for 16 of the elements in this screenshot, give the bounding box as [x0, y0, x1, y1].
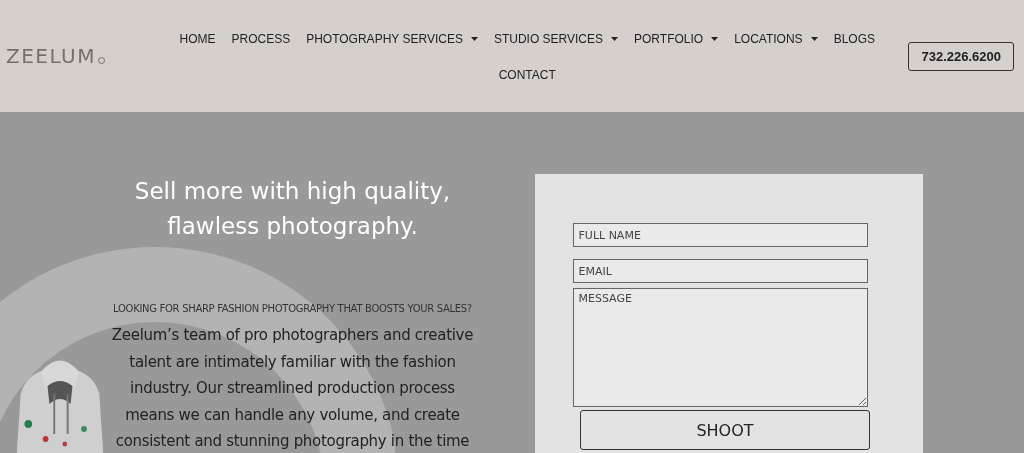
nav-link[interactable]: LOCATIONS [726, 30, 826, 48]
nav-link[interactable]: CONTACT [490, 66, 564, 84]
message-field[interactable]: MESSAGE [572, 288, 868, 407]
nav-link[interactable]: PHOTOGRAPHY SERVICES [298, 30, 486, 48]
submit-button[interactable]: SHOOT [580, 410, 870, 450]
input-field[interactable]: EMAIL [572, 259, 868, 283]
nav-link[interactable]: STUDIO SERVICES [485, 30, 627, 48]
headline: Sell more with high quality, flawless photography. [133, 177, 452, 241]
input-field[interactable]: FULL NAME [572, 223, 868, 247]
nav-link[interactable]: HOME [171, 30, 224, 48]
body-text: Zeelum’s team of pro photographers and creative talent are intimately familiar with the fashion industry. Our streamlined production process means we can handle any volume, and create consistent and stunning photography in the time [110, 325, 475, 452]
nav-link[interactable]: PROCESS [223, 30, 299, 48]
subheading: LOOKING FOR SHARP FASHION PHOTOGRAPHY THAT BOOSTS YOUR SALES? [113, 303, 472, 314]
nav-link[interactable]: PORTFOLIO [626, 30, 727, 48]
phone-button[interactable]: 732.226.6200 [908, 41, 1014, 71]
nav-link[interactable]: BLOGS [825, 30, 883, 48]
